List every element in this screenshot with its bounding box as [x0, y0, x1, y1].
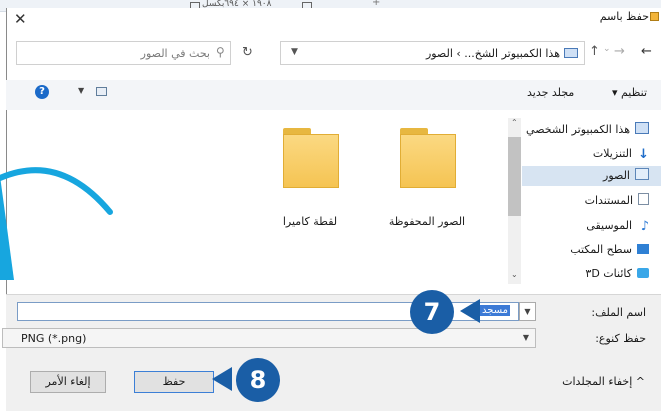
new-folder-button[interactable]: مجلد جديد: [527, 86, 574, 99]
dialog-title: حفظ باسم: [599, 10, 649, 23]
sidebar-item-documents[interactable]: المستندات: [585, 191, 649, 211]
filename-label: اسم الملف:: [591, 306, 646, 319]
search-input[interactable]: ⚲ بحث في الصور: [16, 41, 231, 65]
folder-label-camera-roll[interactable]: لقطة كاميرا: [250, 215, 370, 228]
sidebar-item-label: التنزيلات: [592, 147, 632, 160]
paint-app-icon: [650, 12, 659, 21]
documents-icon: [638, 193, 649, 205]
decorative-curve: [0, 167, 113, 280]
step-7-callout: 7: [410, 290, 454, 334]
objects3d-icon: [637, 268, 649, 278]
computer-icon: [564, 48, 578, 58]
view-options-chevron-icon[interactable]: ▼: [78, 86, 84, 95]
recent-locations-button[interactable]: ⌄: [603, 44, 611, 54]
search-placeholder: بحث في الصور: [140, 47, 210, 60]
sidebar-item-downloads[interactable]: ↓ التنزيلات: [593, 144, 649, 164]
music-icon: ♪: [640, 219, 649, 234]
help-icon[interactable]: ?: [35, 85, 49, 99]
back-button[interactable]: ←: [641, 44, 652, 59]
filetype-label: حفظ كنوع:: [595, 332, 646, 345]
organize-menu[interactable]: تنظيم ▾: [612, 86, 647, 99]
hide-folders-button[interactable]: ^ إخفاء المجلدات: [562, 375, 645, 388]
sidebar-item-label: سطح المكتب: [570, 243, 632, 256]
folder-icon[interactable]: [400, 128, 456, 188]
save-button[interactable]: حفظ: [134, 371, 214, 393]
filetype-value: PNG (*.png): [21, 332, 87, 345]
callout-pointer: [460, 299, 480, 323]
sidebar-item-this-pc[interactable]: هذا الكمبيوتر الشخصي: [526, 120, 649, 140]
scroll-up-icon[interactable]: ⌃: [511, 118, 518, 127]
scrollbar-thumb[interactable]: [508, 137, 521, 216]
sidebar-item-3d-objects[interactable]: كائنات ٣D: [585, 264, 649, 284]
view-icon[interactable]: [96, 87, 107, 96]
refresh-button[interactable]: ↻: [242, 45, 253, 60]
pictures-icon: [635, 168, 649, 180]
sidebar-item-label: الموسيقى: [586, 219, 632, 232]
breadcrumb[interactable]: هذا الكمبيوتر الشخ... › الصور: [426, 47, 560, 60]
sidebar-item-label: الصور: [603, 169, 630, 182]
folder-label-saved-pictures[interactable]: الصور المحفوظة: [367, 215, 487, 228]
filetype-select[interactable]: PNG (*.png) ▼: [2, 328, 536, 348]
cursor-position-icon: +: [372, 0, 381, 8]
forward-button[interactable]: →: [614, 44, 625, 59]
cancel-button[interactable]: إلغاء الأمر: [30, 371, 106, 393]
sidebar-item-music[interactable]: ♪ الموسيقى: [586, 216, 649, 236]
close-button[interactable]: ✕: [14, 10, 27, 28]
chevron-down-icon: ▼: [522, 333, 529, 342]
sidebar-item-label: كائنات ٣D: [585, 267, 632, 280]
scroll-down-icon[interactable]: ⌄: [511, 270, 518, 279]
folder-icon[interactable]: [283, 128, 339, 188]
filename-dropdown-button[interactable]: ▼: [519, 302, 536, 321]
sidebar-item-desktop[interactable]: سطح المكتب: [570, 240, 649, 260]
up-button[interactable]: ↑: [589, 44, 600, 59]
step-8-callout: 8: [236, 358, 280, 402]
pc-icon: [635, 122, 649, 134]
search-icon: ⚲: [216, 45, 225, 59]
sidebar-item-label: المستندات: [584, 194, 633, 207]
hide-folders-label: إخفاء المجلدات: [562, 375, 633, 388]
sidebar-item-label: هذا الكمبيوتر الشخصي: [526, 123, 630, 136]
desktop-icon: [637, 244, 649, 254]
chevron-down-icon[interactable]: ▼: [291, 47, 298, 57]
sidebar-item-pictures[interactable]: الصور: [522, 166, 661, 186]
address-bar[interactable]: ▼ هذا الكمبيوتر الشخ... › الصور: [280, 41, 585, 65]
chevron-up-icon: ^: [635, 375, 645, 388]
downloads-icon: ↓: [638, 147, 649, 162]
